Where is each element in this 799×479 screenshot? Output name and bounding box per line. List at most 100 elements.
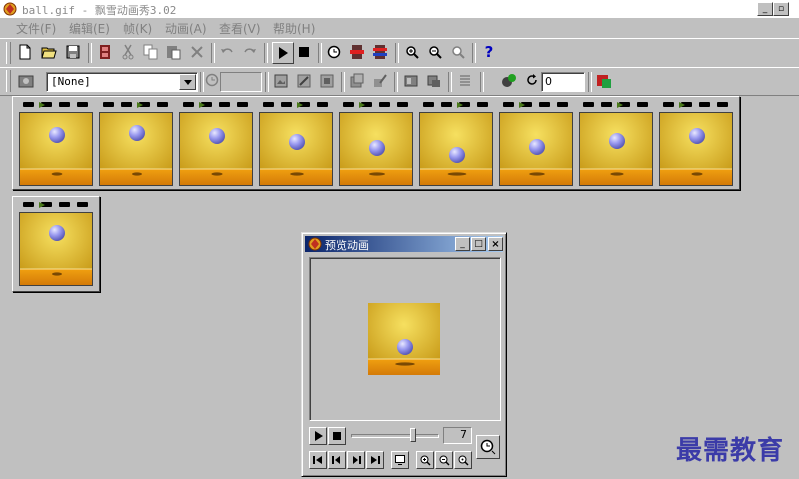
toolbar-separator <box>480 72 484 92</box>
zoom-fit-button[interactable] <box>448 42 468 62</box>
preview-stop-button[interactable] <box>328 427 346 445</box>
frame-move-left-button[interactable] <box>401 71 421 91</box>
sprocket-hole <box>157 102 168 107</box>
frame-thumbnail[interactable] <box>19 112 93 186</box>
frame-swap-button[interactable] <box>370 42 390 62</box>
frame-sprockets <box>579 101 653 109</box>
cut-button[interactable] <box>118 42 138 62</box>
frame-insert-button[interactable] <box>347 42 367 62</box>
toolbar-separator <box>395 43 399 63</box>
preview-zoom-reset-button[interactable] <box>454 451 472 469</box>
cut-icon <box>122 44 134 60</box>
redo-button[interactable] <box>240 42 260 62</box>
toolbar-grip[interactable] <box>6 42 11 64</box>
filmstrip-button[interactable] <box>95 42 115 62</box>
frame-image <box>100 113 172 185</box>
frame-text-button[interactable] <box>317 71 337 91</box>
frame-thumbnail[interactable] <box>99 112 173 186</box>
undo-button[interactable] <box>217 42 237 62</box>
preview-window[interactable]: 预览动画 _ □ × 7 <box>301 232 507 477</box>
frame-sprockets <box>19 101 93 109</box>
preview-timer-button[interactable] <box>476 435 500 459</box>
frame-arrow-icon <box>519 102 525 108</box>
frame-sprockets <box>419 101 493 109</box>
sprocket-hole <box>601 102 612 107</box>
frame-image-button[interactable] <box>271 71 291 91</box>
menu-view[interactable]: 查看(V) <box>219 20 261 37</box>
frame-arrow-icon <box>359 102 365 108</box>
first-frame-button[interactable] <box>309 451 327 469</box>
toolbar-grip[interactable] <box>6 70 11 92</box>
frame-copy-button[interactable] <box>347 71 367 91</box>
optimize-icon <box>502 74 516 87</box>
preview-close-button[interactable]: × <box>488 237 503 251</box>
frame-thumbnail[interactable] <box>579 112 653 186</box>
frame-sprockets <box>99 101 173 109</box>
chevron-down-icon <box>183 79 192 85</box>
frame-thumbnail[interactable] <box>419 112 493 186</box>
frame-thumbnail[interactable] <box>179 112 253 186</box>
save-button[interactable] <box>63 42 83 62</box>
preview-button[interactable] <box>594 71 614 91</box>
last-frame-button[interactable] <box>366 451 384 469</box>
zoom-out-button[interactable] <box>425 42 445 62</box>
frame-thumbnail[interactable] <box>339 112 413 186</box>
frame-thumbnail[interactable] <box>19 212 93 286</box>
menu-file[interactable]: 文件(F) <box>16 20 56 37</box>
zoom-fit-icon <box>452 46 465 59</box>
toolbar-separator <box>318 43 322 63</box>
preview-zoom-in-button[interactable] <box>416 451 434 469</box>
speed-value-box: 7 <box>443 427 472 444</box>
menu-help[interactable]: 帮助(H) <box>273 20 315 37</box>
transparent-color-dropdown[interactable]: [None] <box>46 72 198 92</box>
fit-window-button[interactable] <box>391 451 409 469</box>
new-button[interactable] <box>15 42 35 62</box>
frame-sprockets <box>659 101 733 109</box>
sprocket-hole <box>281 102 292 107</box>
frame-arrow-icon <box>39 202 45 208</box>
timer-button[interactable] <box>324 42 344 62</box>
preview-maximize-button[interactable]: □ <box>471 237 486 251</box>
frame-properties-button[interactable] <box>16 71 36 91</box>
menu-animation[interactable]: 动画(A) <box>165 20 207 37</box>
paste-button[interactable] <box>164 42 184 62</box>
open-folder-icon <box>41 47 57 59</box>
frame-thumbnail[interactable] <box>259 112 333 186</box>
toolbar-separator <box>264 43 268 63</box>
preview-zoom-out-button[interactable] <box>435 451 453 469</box>
frame-list-button[interactable] <box>455 71 475 91</box>
zoom-in-button[interactable] <box>402 42 422 62</box>
delete-icon <box>191 46 203 58</box>
slider-thumb[interactable] <box>410 428 416 442</box>
optimize-button[interactable] <box>499 71 519 91</box>
speed-slider[interactable] <box>349 427 441 443</box>
restore-button[interactable]: ▫ <box>773 2 789 16</box>
stop-button[interactable] <box>294 42 314 62</box>
frame-move-right-button[interactable] <box>424 71 444 91</box>
dropdown-arrow-button[interactable] <box>179 74 196 90</box>
frame-thumbnail[interactable] <box>499 112 573 186</box>
frame-sprockets <box>19 201 93 209</box>
loop-count-input[interactable]: 0 <box>541 72 585 92</box>
frame-sprockets <box>339 101 413 109</box>
frame-sprockets <box>499 101 573 109</box>
menu-edit[interactable]: 编辑(E) <box>69 20 110 37</box>
preview-minimize-button[interactable]: _ <box>455 237 470 251</box>
frame-image <box>420 113 492 185</box>
copy-button[interactable] <box>141 42 161 62</box>
preview-play-button[interactable] <box>309 427 327 445</box>
minimize-button[interactable]: _ <box>757 2 773 16</box>
frame-effect-button[interactable] <box>294 71 314 91</box>
delete-button[interactable] <box>187 42 207 62</box>
frame-thumbnail[interactable] <box>659 112 733 186</box>
help-button[interactable]: ? <box>479 42 499 62</box>
frame-paint-button[interactable] <box>370 71 390 91</box>
preview-frame-image <box>368 303 440 375</box>
play-button[interactable] <box>272 42 294 64</box>
prev-frame-button[interactable] <box>328 451 346 469</box>
open-button[interactable] <box>39 42 59 62</box>
next-frame-button[interactable] <box>347 451 365 469</box>
menu-frame[interactable]: 帧(K) <box>123 20 152 37</box>
delay-input[interactable] <box>220 72 262 92</box>
preview-title-bar[interactable]: 预览动画 _ □ × <box>305 236 503 252</box>
